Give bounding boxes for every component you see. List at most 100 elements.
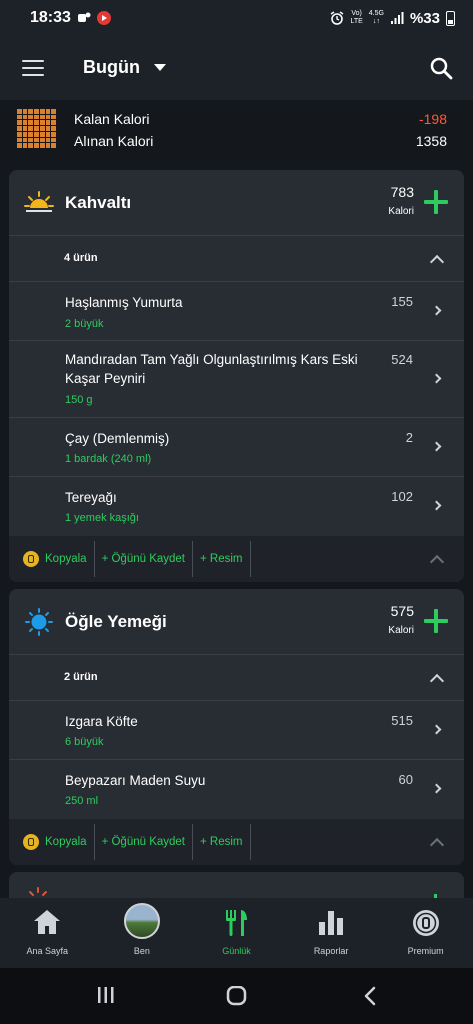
date-selector[interactable]: Bugün	[83, 57, 166, 78]
meal-title: Öğle Yemeği	[65, 612, 167, 631]
copy-label: Kopyala	[45, 553, 87, 565]
premium-lock-icon	[23, 551, 39, 567]
status-time: 18:33	[30, 9, 71, 26]
save-meal-button[interactable]: + Öğünü Kaydet	[95, 824, 193, 860]
food-name: Çay (Demlenmiş)	[65, 431, 170, 446]
food-quantity: 1 bardak (240 ml)	[65, 453, 152, 465]
meal-calories: 575 Kalori	[388, 603, 414, 636]
notification-icon	[77, 12, 91, 22]
item-count-row[interactable]: 2 ürün	[9, 655, 464, 701]
nav-premium[interactable]: Premium	[378, 898, 473, 968]
item-count-row[interactable]: 4 ürün	[9, 236, 464, 282]
meal-card-lunch: Öğle Yemeği 575 Kalori 2 ürün Izgara Köf…	[9, 589, 464, 865]
food-quantity: 150 g	[65, 394, 93, 406]
utensils-icon	[226, 910, 248, 936]
system-nav-bar	[0, 968, 473, 1024]
save-meal-button[interactable]: + Öğünü Kaydet	[95, 541, 193, 577]
avatar	[123, 903, 160, 939]
status-left: 18:33	[30, 9, 111, 27]
meal-actions: Kopyala + Öğünü Kaydet + Resim	[9, 536, 464, 582]
nav-label: Premium	[407, 946, 444, 956]
add-food-button[interactable]	[424, 190, 448, 214]
consumed-calories-value: 1358	[415, 133, 447, 149]
app-header: Bugün	[0, 36, 473, 100]
food-item[interactable]: Çay (Demlenmiş) 1 bardak (240 ml) 2	[9, 418, 464, 477]
data-arrows-icon: ↓↑	[372, 18, 380, 25]
chevron-up-icon[interactable]	[429, 837, 445, 853]
chevron-up-icon[interactable]	[429, 254, 445, 270]
sunrise-icon	[24, 191, 54, 212]
add-food-button[interactable]	[424, 609, 448, 633]
food-item[interactable]: Beypazarı Maden Suyu 250 ml 60	[9, 760, 464, 819]
network-indicator: Vo) LTE	[350, 10, 362, 26]
premium-lock-icon	[23, 834, 39, 850]
food-name: Haşlanmış Yumurta	[65, 295, 183, 310]
home-icon	[34, 910, 61, 934]
date-label: Bugün	[83, 57, 140, 77]
caret-down-icon	[153, 64, 166, 71]
battery-percent: %33	[409, 9, 440, 27]
meal-actions: Kopyala + Öğünü Kaydet + Resim	[9, 819, 464, 865]
food-quantity: 250 ml	[65, 795, 99, 807]
chevron-right-icon	[431, 441, 442, 452]
food-calories: 102	[391, 489, 413, 504]
add-photo-button[interactable]: + Resim	[193, 824, 251, 860]
nav-label: Ana Sayfa	[26, 946, 69, 956]
calorie-summary[interactable]: Kalan Kalori -198 Alınan Kalori 1358	[0, 100, 473, 160]
nav-home[interactable]: Ana Sayfa	[0, 898, 95, 968]
food-calories: 515	[391, 713, 413, 728]
alarm-icon	[331, 11, 344, 25]
copy-button[interactable]: Kopyala	[9, 824, 95, 860]
nav-label: Ben	[133, 946, 150, 956]
food-item[interactable]: Mandıradan Tam Yağlı Olgunlaştırılmış Ka…	[9, 341, 464, 418]
chevron-right-icon	[431, 783, 442, 794]
home-button-icon[interactable]	[226, 986, 248, 1006]
food-quantity: 2 büyük	[65, 318, 104, 330]
meal-calories-value: 783	[390, 184, 414, 200]
food-calories: 155	[391, 294, 413, 309]
hamburger-icon[interactable]	[22, 60, 44, 76]
sun-icon	[25, 608, 53, 636]
back-icon[interactable]	[362, 986, 378, 1006]
nav-label: Raporlar	[313, 946, 349, 956]
copy-label: Kopyala	[45, 836, 87, 848]
meal-calories-unit: Kalori	[388, 206, 414, 217]
nav-me[interactable]: Ben	[95, 898, 190, 968]
meal-title: Kahvaltı	[65, 193, 132, 212]
lte-label: LTE	[350, 18, 363, 25]
premium-lock-icon	[412, 910, 439, 936]
add-photo-button[interactable]: + Resim	[193, 541, 251, 577]
chevron-right-icon	[431, 724, 442, 735]
save-meal-label: + Öğünü Kaydet	[101, 836, 185, 848]
item-count-label: 2 ürün	[64, 671, 98, 683]
nav-reports[interactable]: Raporlar	[284, 898, 379, 968]
food-name: Izgara Köfte	[65, 714, 138, 729]
recent-apps-icon[interactable]	[96, 986, 116, 1004]
copy-button[interactable]: Kopyala	[9, 541, 95, 577]
meal-calories: 783 Kalori	[388, 184, 414, 217]
meal-header[interactable]: Kahvaltı 783 Kalori	[9, 170, 464, 236]
food-item[interactable]: Haşlanmış Yumurta 2 büyük 155	[9, 282, 464, 341]
food-item[interactable]: Tereyağı 1 yemek kaşığı 102	[9, 477, 464, 536]
food-name: Tereyağı	[65, 490, 117, 505]
food-name: Mandıradan Tam Yağlı Olgunlaştırılmış Ka…	[65, 352, 358, 386]
meal-header[interactable]: Öğle Yemeği 575 Kalori	[9, 589, 464, 655]
bottom-nav: Ana Sayfa Ben Günlük Raporlar Premium	[0, 898, 473, 968]
food-item[interactable]: Izgara Köfte 6 büyük 515	[9, 701, 464, 760]
status-right: Vo) LTE 4.5G ↓↑ %33	[330, 10, 455, 27]
food-calories: 2	[405, 430, 413, 445]
battery-icon	[446, 10, 455, 26]
meal-card-breakfast: Kahvaltı 783 Kalori 4 ürün Haşlanmış Yum…	[9, 170, 464, 582]
net-type-label: 4.5G	[368, 10, 384, 17]
chevron-up-icon[interactable]	[429, 554, 445, 570]
youtube-icon	[96, 11, 111, 25]
nav-diary[interactable]: Günlük	[189, 898, 284, 968]
calorie-grid-icon	[17, 109, 56, 148]
search-icon[interactable]	[429, 56, 453, 80]
item-count-label: 4 ürün	[64, 252, 98, 264]
chevron-up-icon[interactable]	[429, 673, 445, 689]
consumed-calories-label: Alınan Kalori	[74, 133, 154, 149]
meal-calories-value: 575	[390, 603, 414, 619]
food-name: Beypazarı Maden Suyu	[65, 773, 206, 788]
add-photo-label: + Resim	[200, 836, 243, 848]
